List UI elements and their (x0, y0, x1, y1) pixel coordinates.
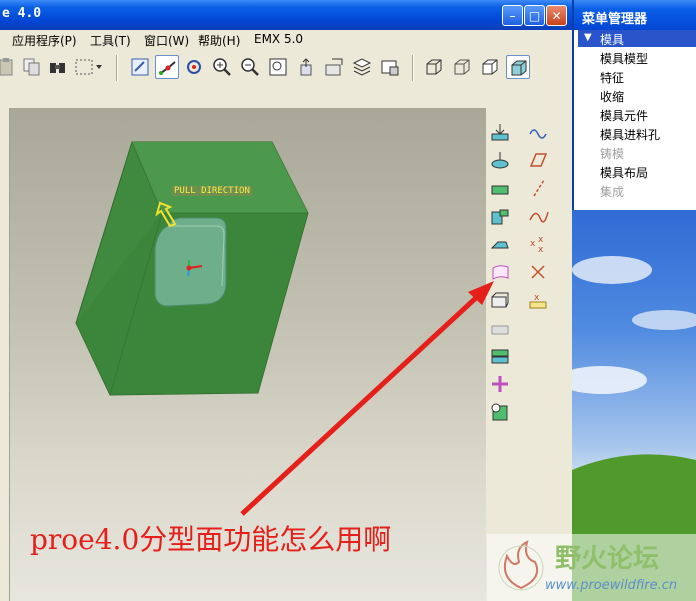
title-bar[interactable]: e 4.0 – □ ✕ (0, 0, 572, 30)
menu-item-mold-layout[interactable]: 模具布局 (574, 164, 696, 183)
zoom-in-icon[interactable] (210, 55, 234, 79)
window-title: e 4.0 (2, 6, 42, 21)
paste-icon[interactable] (0, 55, 18, 79)
menu-tools[interactable]: 工具(T) (90, 32, 131, 49)
datum-curve-icon[interactable] (528, 206, 550, 228)
cavity-insert-icon[interactable] (490, 346, 512, 368)
main-toolbar (0, 50, 572, 86)
shrinkage-icon[interactable] (490, 206, 512, 228)
menu-manager-title-bar[interactable]: 菜单管理器 (574, 0, 696, 30)
parting-surface-icon[interactable] (490, 262, 512, 284)
wireframe-icon[interactable] (422, 55, 446, 79)
svg-text:x: x (538, 235, 544, 245)
orient-icon[interactable] (182, 55, 206, 79)
curve-sketch-icon[interactable] (528, 122, 550, 144)
menu-manager-title: 菜单管理器 (582, 12, 648, 27)
find-icon[interactable] (46, 55, 70, 79)
watermark-title: 野火论坛 (555, 544, 660, 574)
zoom-out-icon[interactable] (238, 55, 262, 79)
menu-item-mold-model[interactable]: 模具模型 (574, 50, 696, 69)
volume-icon[interactable] (490, 234, 512, 256)
menu-item-mold-component[interactable]: 模具元件 (574, 107, 696, 126)
feature-toolbar: xxx x (486, 108, 572, 601)
pull-direction-label: PULL DIRECTION (172, 186, 252, 196)
menu-manager-panel: 菜单管理器 ▼ 模具 模具模型 特征 收缩 模具元件 模具进料孔 铸模 模具布局… (572, 0, 696, 210)
coord-system-icon[interactable] (528, 262, 550, 284)
analysis-icon[interactable]: x (528, 290, 550, 312)
forum-watermark: 野火论坛 www.proewildfire.cn (487, 534, 696, 601)
mold-opening-icon[interactable] (490, 374, 512, 396)
menu-applications[interactable]: 应用程序(P) (12, 32, 77, 49)
menu-bar: 应用程序(P) 工具(T) 窗口(W) 帮助(H) EMX 5.0 (0, 30, 572, 50)
menu-items: 模具模型 特征 收缩 模具元件 模具进料孔 铸模 模具布局 集成 (574, 50, 696, 202)
left-navigator-edge[interactable] (0, 108, 10, 601)
svg-text:x: x (530, 239, 536, 249)
toolbar-separator (412, 55, 414, 81)
split-volume-icon[interactable] (490, 290, 512, 312)
spin-center-icon[interactable] (155, 55, 179, 79)
watermark-url: www.proewildfire.cn (545, 578, 678, 593)
menu-emx[interactable]: EMX 5.0 (254, 32, 303, 46)
datum-axis-icon[interactable] (528, 178, 550, 200)
extract-icon[interactable] (490, 318, 512, 340)
menu-item-integrate: 集成 (600, 185, 625, 199)
saved-views-icon[interactable] (322, 55, 346, 79)
menu-help[interactable]: 帮助(H) (198, 32, 240, 49)
close-button[interactable]: ✕ (546, 5, 567, 26)
question-text: proe4.0分型面功能怎么用啊 (30, 523, 392, 556)
proe-main-window: e 4.0 – □ ✕ 应用程序(P) 工具(T) 窗口(W) 帮助(H) EM… (0, 0, 572, 601)
menu-window[interactable]: 窗口(W) (144, 32, 189, 49)
menu-item-mold-sprue[interactable]: 模具进料孔 (574, 126, 696, 145)
flame-logo-icon (498, 540, 544, 591)
hidden-line-icon[interactable] (450, 55, 474, 79)
shading-icon[interactable] (506, 55, 530, 79)
molding-icon[interactable] (490, 402, 512, 424)
select-box-icon[interactable] (72, 55, 104, 79)
menu-header-label: 模具 (600, 33, 625, 47)
menu-item-shrinkage[interactable]: 收缩 (574, 88, 696, 107)
maximize-button[interactable]: □ (524, 5, 545, 26)
svg-text:x: x (538, 245, 544, 255)
pull-direction-icon[interactable] (490, 150, 512, 172)
reorient-icon[interactable] (294, 55, 318, 79)
collapse-triangle-icon: ▼ (584, 32, 592, 43)
no-hidden-icon[interactable] (478, 55, 502, 79)
minimize-button[interactable]: – (502, 5, 523, 26)
copy-icon[interactable] (20, 55, 44, 79)
menu-header-mold[interactable]: ▼ 模具 (578, 30, 696, 47)
svg-text:x: x (534, 293, 540, 303)
mold-model-icon[interactable] (490, 122, 512, 144)
toolbar-separator (116, 55, 118, 81)
layers-icon[interactable] (350, 55, 374, 79)
refit-icon[interactable] (266, 55, 290, 79)
menu-item-molding: 铸模 (600, 147, 625, 161)
menu-item-feature[interactable]: 特征 (574, 69, 696, 88)
model-display-icon[interactable] (378, 55, 402, 79)
datum-plane-icon[interactable] (528, 150, 550, 172)
redraw-icon[interactable] (128, 55, 152, 79)
datum-point-icon[interactable]: x xx (528, 234, 550, 256)
workpiece-icon[interactable] (490, 178, 512, 200)
